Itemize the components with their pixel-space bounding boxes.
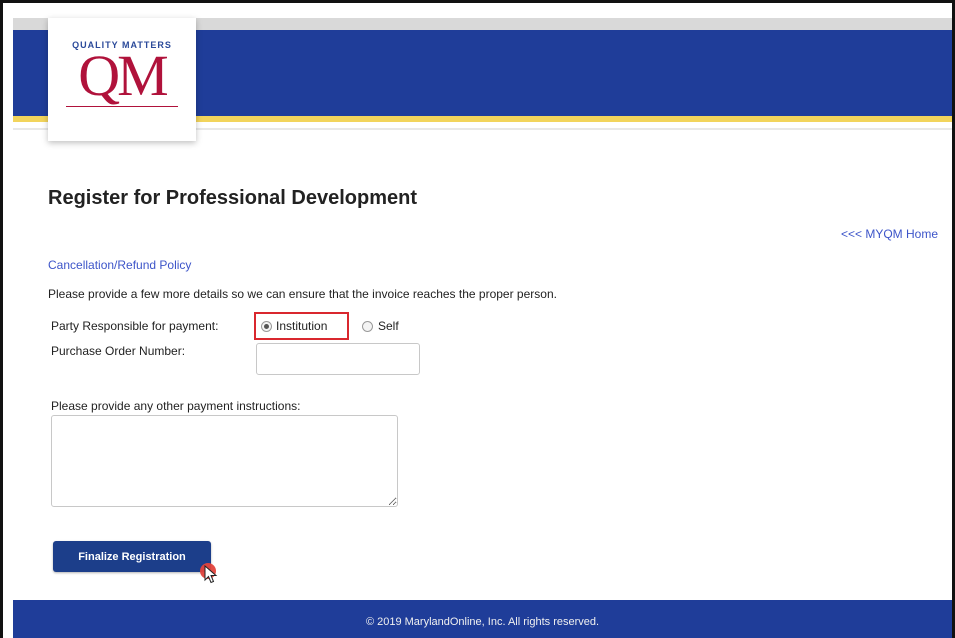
cancellation-policy-link[interactable]: Cancellation/Refund Policy bbox=[48, 258, 191, 272]
finalize-registration-button[interactable]: Finalize Registration bbox=[53, 541, 211, 572]
radio-self-label[interactable]: Self bbox=[378, 319, 399, 333]
qm-logo[interactable]: QUALITY MATTERS QM bbox=[48, 18, 196, 141]
copyright-text: © 2019 MarylandOnline, Inc. All rights r… bbox=[365, 616, 600, 628]
page-footer: © 2019 MarylandOnline, Inc. All rights r… bbox=[13, 600, 952, 638]
page-title: Register for Professional Development bbox=[48, 187, 417, 209]
myqm-home-link[interactable]: <<< MYQM Home bbox=[841, 227, 938, 241]
mouse-cursor-icon bbox=[204, 565, 218, 584]
intro-text: Please provide a few more details so we … bbox=[48, 287, 557, 301]
radio-institution-label[interactable]: Institution bbox=[276, 319, 327, 333]
purchase-order-label: Purchase Order Number: bbox=[51, 344, 186, 358]
party-responsible-label: Party Responsible for payment: bbox=[51, 319, 219, 333]
radio-institution[interactable] bbox=[261, 321, 272, 332]
payment-instructions-label: Please provide any other payment instruc… bbox=[51, 399, 301, 413]
radio-self[interactable] bbox=[362, 321, 373, 332]
page-frame: QUALITY MATTERS QM Register for Professi… bbox=[0, 0, 955, 638]
logo-mark: QM bbox=[78, 43, 168, 108]
purchase-order-input[interactable] bbox=[256, 343, 420, 375]
payment-instructions-textarea[interactable] bbox=[51, 415, 398, 507]
